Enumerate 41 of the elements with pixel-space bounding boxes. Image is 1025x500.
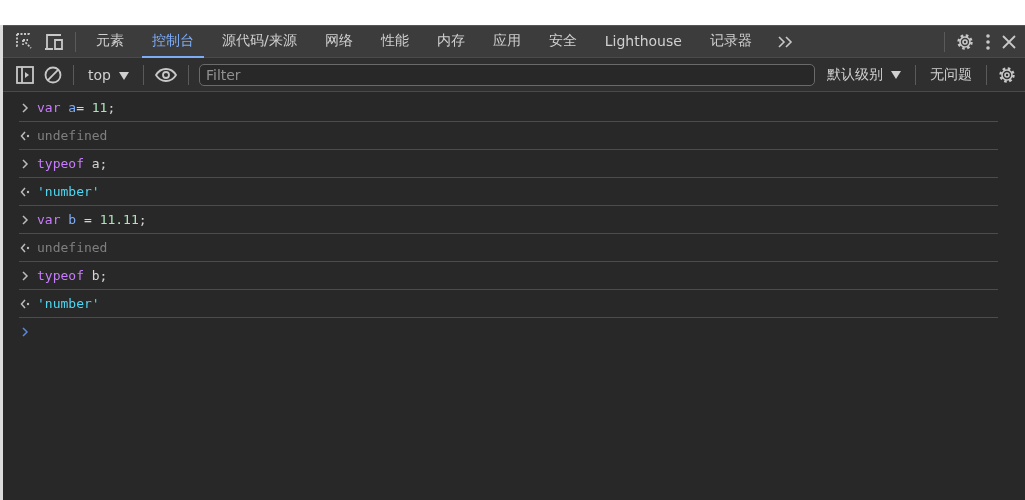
panel-tab[interactable]: 元素 (86, 25, 134, 58)
panel-tab[interactable]: 记录器 (699, 25, 762, 58)
console-input-text: var b = 11.11; (37, 212, 147, 227)
close-icon[interactable] (1001, 33, 1017, 50)
panel-tab[interactable]: 网络 (314, 25, 363, 58)
context-dropdown[interactable]: top (84, 66, 133, 83)
result-arrow-icon (19, 242, 31, 253)
eye-icon[interactable] (153, 66, 178, 83)
result-arrow-icon (19, 186, 31, 197)
console-result-text: undefined (37, 128, 108, 143)
input-prompt-icon (19, 214, 31, 225)
input-prompt-icon (19, 270, 31, 281)
panel-tab[interactable]: 性能 (370, 25, 419, 58)
console-result-text: 'number' (37, 296, 100, 311)
result-arrow-icon (19, 298, 31, 309)
result-arrow-icon (19, 130, 31, 141)
issues-button[interactable]: 无问题 (926, 65, 976, 84)
settings-icon[interactable] (997, 64, 1017, 85)
console-input-text: typeof a; (37, 156, 108, 171)
input-prompt-icon (19, 102, 31, 113)
panel-tab[interactable]: 内存 (426, 25, 475, 58)
more-tabs-icon[interactable] (775, 33, 794, 50)
panel-tab[interactable]: 源代码/来源 (212, 25, 307, 58)
clear-icon[interactable] (43, 64, 63, 85)
settings-icon[interactable] (955, 31, 975, 52)
device-icon[interactable] (43, 31, 65, 52)
filter-field[interactable]: Filter (198, 63, 815, 86)
caret-icon (891, 70, 901, 79)
console-result-text: undefined (37, 240, 108, 255)
console-input-text: typeof b; (37, 268, 108, 283)
prompt-icon[interactable] (19, 326, 31, 337)
levels-dropdown[interactable]: 默认级别 (823, 65, 905, 84)
caret-icon (118, 71, 129, 80)
console-result-text: 'number' (37, 184, 100, 199)
panel-tab[interactable]: 应用 (482, 25, 531, 58)
input-prompt-icon (19, 158, 31, 169)
sidebar-toggle-icon[interactable] (15, 64, 35, 85)
panel-tab[interactable]: 安全 (538, 25, 587, 58)
menu-icon[interactable] (983, 32, 993, 51)
panel-tab[interactable]: Lighthouse (594, 25, 692, 58)
console-input-text: var a= 11; (37, 100, 116, 115)
